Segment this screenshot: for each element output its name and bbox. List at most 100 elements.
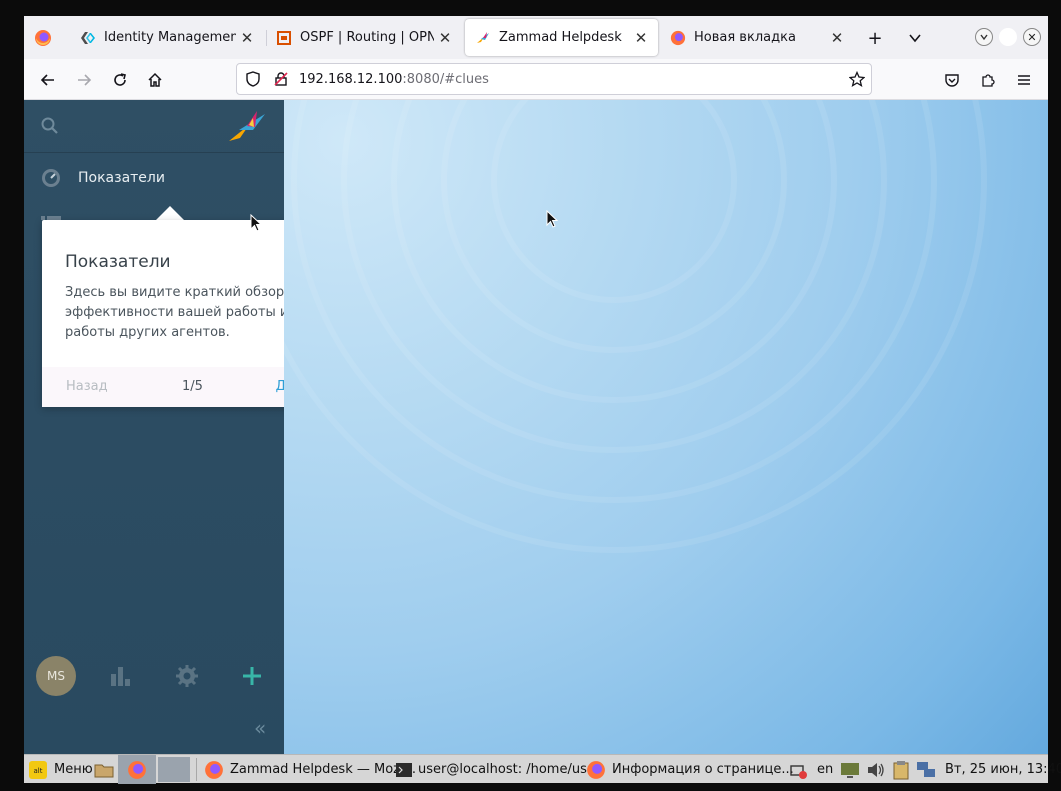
close-icon[interactable]: ✕ — [236, 29, 258, 47]
clipboard-tray-icon[interactable] — [891, 755, 917, 784]
back-button[interactable] — [36, 68, 60, 92]
zammad-logo-icon[interactable] — [227, 108, 267, 144]
url-path: :8080/#clues — [402, 71, 489, 87]
close-icon[interactable]: ✕ — [826, 29, 848, 47]
start-menu-button[interactable]: alt Меню — [28, 755, 93, 784]
app-menu-button[interactable] — [1012, 68, 1036, 92]
reload-button[interactable] — [108, 68, 132, 92]
monitor-icon — [841, 762, 859, 778]
search-icon[interactable] — [40, 116, 60, 136]
dashboard-gauge-icon — [42, 169, 60, 187]
keyboard-layout-label: en — [817, 762, 834, 777]
taskbar: alt Меню Zammad Helpdesk — Mozi... user@… — [24, 754, 1061, 784]
list-all-tabs-button[interactable] — [904, 27, 926, 49]
gear-icon[interactable] — [175, 664, 199, 688]
taskbar-window-title: Информация о странице... — [612, 762, 794, 777]
svg-text:alt: alt — [34, 767, 43, 775]
taskbar-divider — [196, 758, 197, 781]
tab-opnsense[interactable]: OSPF | Routing | OPNsense ✕ — [266, 19, 462, 56]
clipboard-icon — [893, 760, 909, 779]
sidebar: Показатели MS « Показатели Здесь вы види… — [24, 100, 342, 754]
taskbar-window-zammad[interactable]: Zammad Helpdesk — Mozi... — [204, 755, 416, 784]
sidebar-bottom-bar: MS — [24, 648, 284, 704]
taskbar-window-title: Zammad Helpdesk — Mozi... — [230, 762, 417, 777]
taskbar-window-page-info[interactable]: Информация о странице... — [586, 755, 794, 784]
forward-button[interactable] — [72, 68, 96, 92]
close-window-button[interactable]: ✕ — [1023, 28, 1041, 46]
tab-zammad-helpdesk[interactable]: Zammad Helpdesk ✕ — [465, 19, 658, 56]
close-icon[interactable]: ✕ — [434, 29, 456, 47]
star-icon[interactable] — [849, 71, 865, 87]
speaker-icon — [868, 762, 884, 777]
arrow-right-icon — [78, 74, 92, 86]
firefox-view-button[interactable] — [32, 27, 54, 49]
home-icon — [148, 72, 162, 87]
background-swirl — [284, 100, 987, 553]
menu-label: Меню — [54, 762, 93, 777]
url-bar[interactable]: 192.168.12.100:8080/#clues — [236, 63, 872, 95]
zammad-icon — [477, 31, 489, 43]
tab-strip: Identity Management ✕ OSPF | Routing | O… — [24, 16, 1048, 59]
alt-linux-logo-icon: alt — [29, 760, 47, 779]
reload-icon — [114, 73, 126, 86]
tab-title: Новая вкладка — [694, 30, 796, 45]
home-button[interactable] — [143, 68, 167, 92]
close-icon: ✕ — [1027, 30, 1037, 44]
sidebar-item-dashboard[interactable]: Показатели — [24, 154, 284, 202]
tab-title: Identity Management — [104, 30, 236, 45]
puzzle-icon — [982, 74, 995, 87]
maximize-button[interactable] — [999, 28, 1017, 46]
clock-text: Вт, 25 июн, 13:40 — [945, 762, 1061, 777]
firefox-icon — [35, 30, 51, 46]
plus-icon[interactable] — [240, 664, 264, 688]
browser-window: Identity Management ✕ OSPF | Routing | O… — [24, 16, 1048, 754]
display-tray-icon[interactable] — [840, 755, 866, 784]
plus-icon: + — [867, 27, 883, 49]
tab-title: Zammad Helpdesk — [499, 30, 622, 45]
reports-icon[interactable] — [108, 664, 132, 688]
avatar[interactable]: MS — [36, 656, 76, 696]
keyboard-layout-indicator[interactable]: en — [817, 755, 833, 784]
extensions-button[interactable] — [976, 68, 1000, 92]
opnsense-icon — [277, 30, 291, 45]
popover-arrow — [156, 206, 184, 220]
computers-network-icon — [917, 761, 935, 777]
firefox-icon — [670, 30, 686, 45]
chevron-down-icon — [909, 34, 921, 43]
firefox-icon — [587, 760, 605, 779]
shield-icon[interactable] — [245, 71, 261, 87]
chevron-down-icon — [980, 34, 988, 41]
network-tray-icon[interactable] — [788, 755, 814, 784]
search-bar[interactable] — [24, 100, 284, 153]
collapse-sidebar-button[interactable]: « — [254, 718, 272, 738]
firefox-launcher[interactable] — [118, 755, 156, 784]
firefox-icon — [205, 760, 223, 779]
taskbar-window-title: user@localhost: /home/user — [418, 762, 601, 777]
network-disconnected-icon — [790, 764, 807, 779]
popover-text: Здесь вы видите краткий обзор эффективно… — [65, 285, 289, 340]
workspace-switcher[interactable] — [158, 757, 190, 782]
popover-title: Показатели — [65, 252, 171, 272]
pocket-button[interactable] — [940, 68, 964, 92]
clock[interactable]: Вт, 25 июн, 13:40 — [945, 755, 1061, 784]
tab-identity-management[interactable]: Identity Management ✕ — [70, 19, 264, 56]
step-counter: 1/5 — [182, 379, 203, 394]
tab-new-tab[interactable]: Новая вкладка ✕ — [660, 19, 854, 56]
url-host: 192.168.12.100 — [299, 71, 403, 87]
volume-tray-icon[interactable] — [866, 755, 892, 784]
arrow-left-icon — [40, 74, 54, 86]
minimize-button[interactable] — [975, 28, 993, 46]
mouse-cursor-icon — [250, 214, 262, 232]
close-icon[interactable]: ✕ — [630, 29, 652, 47]
firefox-icon — [128, 760, 146, 779]
tab-title: OSPF | Routing | OPNsense — [300, 30, 434, 45]
url-text[interactable]: 192.168.12.100:8080/#clues — [299, 72, 489, 87]
back-button[interactable]: Назад — [66, 379, 108, 394]
zammad-app: Показатели MS « Показатели Здесь вы види… — [24, 100, 1048, 754]
new-tab-button[interactable]: + — [864, 27, 886, 49]
taskbar-window-terminal[interactable]: user@localhost: /home/user — [396, 755, 600, 784]
network-manager-tray-icon[interactable] — [916, 755, 942, 784]
file-manager-launcher[interactable] — [94, 755, 120, 784]
insecure-lock-icon[interactable] — [273, 71, 289, 87]
keycloak-icon — [81, 31, 95, 44]
